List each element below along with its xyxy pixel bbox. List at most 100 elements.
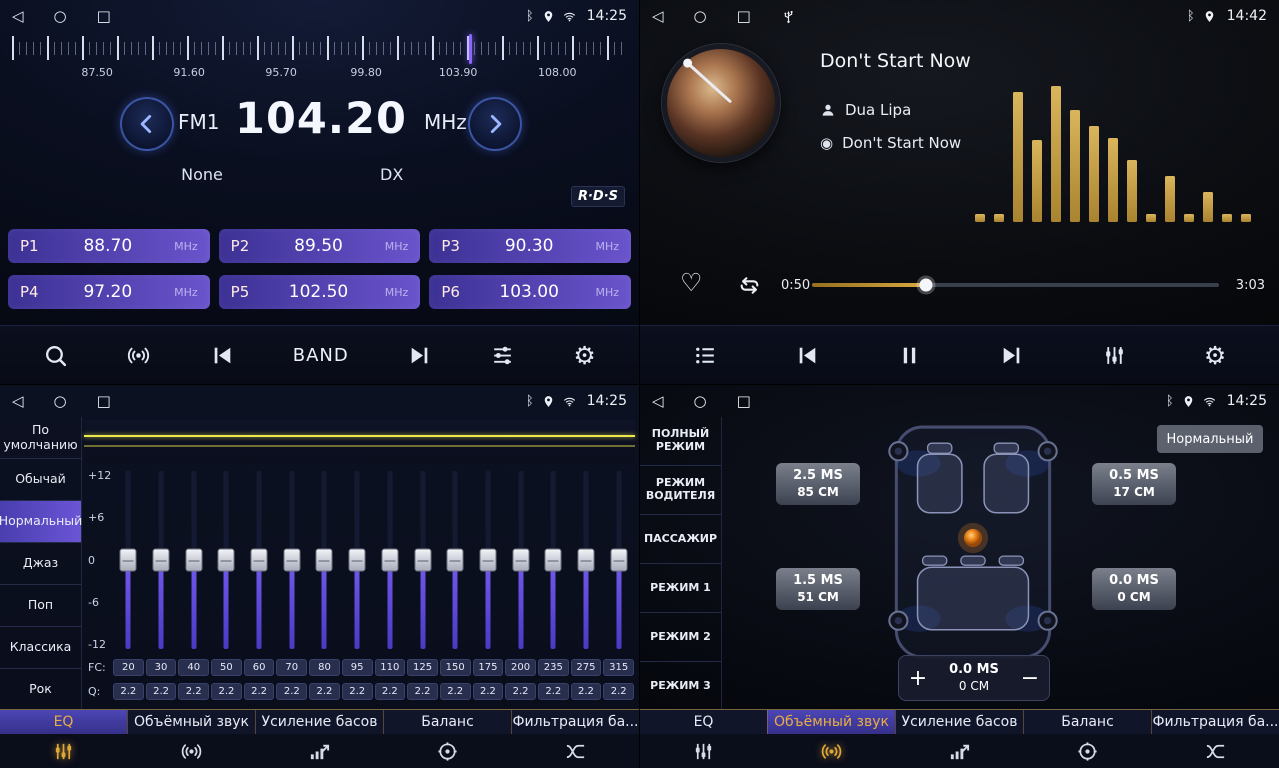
slider-handle[interactable] (381, 549, 398, 572)
balance-tab-icon[interactable] (383, 734, 511, 768)
preset-button-p2[interactable]: P2 89.50 MHz (219, 229, 421, 263)
eq-band-slider[interactable] (406, 469, 439, 651)
delay-rear-right[interactable]: 0.0 MS 0 CM (1092, 568, 1176, 610)
preset-button-p5[interactable]: P5 102.50 MHz (219, 275, 421, 309)
back-icon[interactable]: ◁ (652, 9, 664, 24)
next-track-icon[interactable] (999, 343, 1024, 368)
pause-icon[interactable] (897, 343, 922, 368)
bass-boost-tab-icon[interactable] (896, 734, 1024, 768)
tune-down-button[interactable] (120, 97, 174, 151)
slider-handle[interactable] (479, 549, 496, 572)
tab-surround[interactable]: Объёмный звук (127, 710, 255, 734)
preset-button-p6[interactable]: P6 103.00 MHz (429, 275, 631, 309)
surround-tab-icon[interactable] (128, 734, 256, 768)
back-icon[interactable]: ◁ (12, 394, 24, 409)
eq-band-slider[interactable] (210, 469, 243, 651)
eq-band-slider[interactable] (308, 469, 341, 651)
back-icon[interactable]: ◁ (12, 9, 24, 24)
eq-preset-default[interactable]: По умолчанию (0, 417, 81, 459)
eq-band-slider[interactable] (243, 469, 276, 651)
home-icon[interactable]: ○ (54, 9, 67, 24)
tab-bass-boost[interactable]: Усиление басов (255, 710, 383, 734)
tab-filter[interactable]: Фильтрация ба... (1151, 710, 1279, 734)
slider-handle[interactable] (316, 549, 333, 572)
slider-handle[interactable] (251, 549, 268, 572)
previous-icon[interactable] (210, 343, 235, 368)
increase-delay-button[interactable]: + (899, 656, 937, 700)
eq-tab-icon[interactable] (0, 734, 128, 768)
home-icon[interactable]: ○ (54, 394, 67, 409)
favorite-icon[interactable]: ♡ (680, 270, 702, 295)
home-icon[interactable]: ○ (694, 394, 707, 409)
next-icon[interactable] (407, 343, 432, 368)
slider-handle[interactable] (512, 549, 529, 572)
eq-band-slider[interactable] (341, 469, 374, 651)
mode-1[interactable]: РЕЖИМ 1 (640, 564, 721, 613)
playlist-icon[interactable] (693, 343, 718, 368)
gear-icon[interactable]: ⚙ (1204, 343, 1226, 368)
bass-boost-tab-icon[interactable] (256, 734, 384, 768)
eq-band-slider[interactable] (112, 469, 145, 651)
eq-band-slider[interactable] (145, 469, 178, 651)
surround-preset-button[interactable]: Нормальный (1157, 425, 1263, 453)
preset-button-p4[interactable]: P4 97.20 MHz (8, 275, 210, 309)
filter-tab-icon[interactable] (511, 734, 639, 768)
slider-handle[interactable] (283, 549, 300, 572)
slider-handle[interactable] (349, 549, 366, 572)
eq-band-slider[interactable] (177, 469, 210, 651)
mixer-icon[interactable] (1102, 343, 1127, 368)
band-button[interactable]: BAND (293, 345, 349, 366)
slider-handle[interactable] (185, 549, 202, 572)
delay-rear-left[interactable]: 1.5 MS 51 CM (776, 568, 860, 610)
slider-handle[interactable] (577, 549, 594, 572)
eq-band-slider[interactable] (537, 469, 570, 651)
gear-icon[interactable]: ⚙ (573, 343, 595, 368)
mode-passenger[interactable]: ПАССАЖИР (640, 515, 721, 564)
slider-handle[interactable] (447, 549, 464, 572)
decrease-delay-button[interactable]: − (1011, 656, 1049, 700)
eq-band-slider[interactable] (472, 469, 505, 651)
slider-handle[interactable] (610, 549, 627, 572)
back-icon[interactable]: ◁ (652, 394, 664, 409)
eq-preset-jazz[interactable]: Джаз (0, 543, 81, 585)
mode-driver[interactable]: РЕЖИМ ВОДИТЕЛЯ (640, 466, 721, 515)
surround-tab-icon[interactable] (768, 734, 896, 768)
eq-tab-icon[interactable] (640, 734, 768, 768)
tab-balance[interactable]: Баланс (383, 710, 511, 734)
slider-handle[interactable] (218, 549, 235, 572)
recents-icon[interactable]: □ (737, 9, 751, 24)
tune-up-button[interactable] (468, 97, 522, 151)
repeat-icon[interactable] (737, 273, 762, 298)
previous-track-icon[interactable] (795, 343, 820, 368)
tab-balance[interactable]: Баланс (1023, 710, 1151, 734)
eq-preset-custom[interactable]: Обычай (0, 459, 81, 501)
mode-3[interactable]: РЕЖИМ 3 (640, 662, 721, 710)
eq-preset-normal[interactable]: Нормальный (0, 501, 81, 543)
tab-surround[interactable]: Объёмный звук (767, 710, 895, 734)
eq-preset-pop[interactable]: Поп (0, 585, 81, 627)
slider-handle[interactable] (153, 549, 170, 572)
slider-handle[interactable] (545, 549, 562, 572)
eq-band-slider[interactable] (439, 469, 472, 651)
slider-handle[interactable] (414, 549, 431, 572)
tab-bass-boost[interactable]: Усиление басов (895, 710, 1023, 734)
preset-button-p1[interactable]: P1 88.70 MHz (8, 229, 210, 263)
eq-band-slider[interactable] (504, 469, 537, 651)
eq-preset-classic[interactable]: Классика (0, 627, 81, 669)
delay-front-left[interactable]: 2.5 MS 85 CM (776, 463, 860, 505)
scan-icon[interactable] (43, 343, 68, 368)
home-icon[interactable]: ○ (694, 9, 707, 24)
mode-full[interactable]: ПОЛНЫЙ РЕЖИМ (640, 417, 721, 466)
eq-band-slider[interactable] (602, 469, 635, 651)
eq-band-slider[interactable] (570, 469, 603, 651)
recents-icon[interactable]: □ (97, 9, 111, 24)
tab-filter[interactable]: Фильтрация ба... (511, 710, 639, 734)
recents-icon[interactable]: □ (97, 394, 111, 409)
progress-thumb[interactable] (919, 279, 932, 292)
preset-button-p3[interactable]: P3 90.30 MHz (429, 229, 631, 263)
broadcast-icon[interactable] (126, 343, 151, 368)
recents-icon[interactable]: □ (737, 394, 751, 409)
mode-2[interactable]: РЕЖИМ 2 (640, 613, 721, 662)
eq-band-slider[interactable] (374, 469, 407, 651)
frequency-ruler[interactable]: 87.50 91.60 95.70 99.80 103.90 108.00 (0, 34, 639, 82)
